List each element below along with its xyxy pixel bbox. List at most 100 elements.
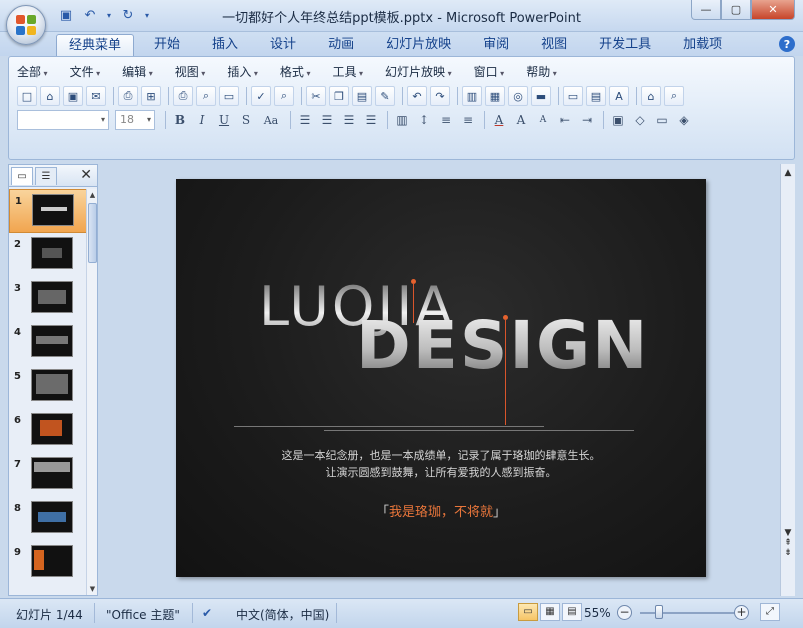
fit-to-window-button[interactable]: ⤢ [760,603,780,621]
menu-file[interactable]: 文件 [70,63,101,80]
menu-tools[interactable]: 工具 [332,63,363,80]
scroll-up-icon[interactable]: ▲ [781,168,795,178]
thumbnail-scrollbar[interactable]: ▲ ▼ [86,189,97,595]
open-folder-icon[interactable]: ⌂ [641,86,661,106]
tab-review[interactable]: 审阅 [471,34,521,56]
font-size-select[interactable]: 18 ▾ [115,110,155,130]
increase-indent-icon[interactable]: ⇥ [577,110,597,130]
shadow-icon[interactable]: S [236,110,256,130]
scroll-down-icon[interactable]: ▼ [87,585,98,593]
slide-scrollbar[interactable]: ▲ ▼ ⇞ ⇟ [780,164,795,596]
format-painter-icon[interactable]: ✎ [375,86,395,106]
tab-animations[interactable]: 动画 [316,34,366,56]
quick-styles-icon[interactable]: ▭ [652,110,672,130]
tab-developer[interactable]: 开发工具 [587,34,663,56]
close-panel-icon[interactable]: ✕ [80,167,92,183]
columns-icon[interactable]: ▥ [392,110,412,130]
slide-thumbnail[interactable]: 2 [9,233,87,277]
normal-view-button[interactable]: ▭ [518,603,538,621]
open-folder-icon[interactable]: ⌂ [40,86,60,106]
undo-icon[interactable]: ↶ [407,86,427,106]
slide-thumbnail[interactable]: 7 [9,453,87,497]
slide-thumbnail[interactable]: 4 [9,321,87,365]
decrease-indent-icon[interactable]: ⇤ [555,110,575,130]
copy-icon[interactable]: ❐ [329,86,349,106]
spell-check-icon[interactable]: ✔ [202,606,212,620]
zoom-out-icon[interactable]: − [617,605,632,620]
print-preview-icon[interactable]: ⎙ [118,86,138,106]
menu-insert[interactable]: 插入 [227,63,258,80]
text-box-icon[interactable]: A [609,86,629,106]
language-indicator[interactable]: 中文(简体，中国) [236,606,329,623]
next-slide-icon[interactable]: ⇟ [781,548,795,558]
preview-icon[interactable]: ⌕ [196,86,216,106]
research-icon[interactable]: ⌕ [274,86,294,106]
scroll-up-icon[interactable]: ▲ [87,191,98,199]
shapes-icon[interactable]: ◇ [630,110,650,130]
publish-icon[interactable]: ⊞ [141,86,161,106]
tab-classic-menu[interactable]: 经典菜单 [56,34,135,56]
justify-icon[interactable]: ☰ [361,110,381,130]
help-icon[interactable]: ? [779,36,795,52]
slide-view-icon[interactable]: ▭ [219,86,239,106]
minimize-button[interactable]: — [691,0,721,20]
scroll-down-icon[interactable]: ▼ [781,528,795,538]
color-scheme-icon[interactable]: ▬ [531,86,551,106]
tab-design[interactable]: 设计 [258,34,308,56]
layout-icon[interactable]: ▤ [586,86,606,106]
menu-view[interactable]: 视图 [175,63,206,80]
align-left-icon[interactable]: ☰ [295,110,315,130]
slide-thumbnail[interactable]: 3 [9,277,87,321]
insert-table-icon[interactable]: ▦ [485,86,505,106]
underline-icon[interactable]: U [214,110,234,130]
slides-tab-icon[interactable]: ▭ [11,167,33,185]
close-button[interactable]: ✕ [751,0,795,20]
tab-view[interactable]: 视图 [529,34,579,56]
change-case-icon[interactable]: Aa [258,110,284,130]
previous-slide-icon[interactable]: ⇞ [781,538,795,548]
zoom-slider-thumb[interactable] [655,605,663,619]
line-spacing-icon[interactable]: ↕ [414,110,434,130]
menu-edit[interactable]: 编辑 [122,63,153,80]
theme-name[interactable]: "Office 主题" [106,606,180,623]
italic-icon[interactable]: I [192,110,212,130]
slide-thumbnail[interactable]: 1 [9,189,87,233]
slide-thumbnail[interactable]: 5 [9,365,87,409]
slide-show-view-button[interactable]: ▤ [562,603,582,621]
menu-format[interactable]: 格式 [280,63,311,80]
paste-icon[interactable]: ▤ [352,86,372,106]
shrink-font-icon[interactable]: A [533,110,553,130]
zoom-icon[interactable]: ⌕ [664,86,684,106]
bullets-icon[interactable]: ≡ [458,110,478,130]
menu-help[interactable]: 帮助 [526,63,557,80]
cut-icon[interactable]: ✂ [306,86,326,106]
spelling-icon[interactable]: ✓ [251,86,271,106]
insert-chart-icon[interactable]: ▥ [462,86,482,106]
maximize-button[interactable]: ▢ [721,0,751,20]
numbering-icon[interactable]: ≡ [436,110,456,130]
bold-icon[interactable]: B [170,110,190,130]
slide-thumbnail[interactable]: 9 [9,541,87,585]
tab-add-ins[interactable]: 加载项 [671,34,734,56]
new-file-icon[interactable]: □ [17,86,37,106]
tab-home[interactable]: 开始 [142,34,192,56]
tab-slide-show[interactable]: 幻灯片放映 [374,34,463,56]
office-button[interactable] [6,5,46,45]
tab-insert[interactable]: 插入 [200,34,250,56]
font-color-icon[interactable]: A [489,110,509,130]
font-name-select[interactable]: ▾ [17,110,109,130]
slide-thumbnail[interactable]: 6 [9,409,87,453]
current-slide[interactable]: LUOJIA DESIGN 这是一本纪念册，也是一本成绩单，记录了属于珞珈的肆意… [176,179,706,577]
scrollbar-thumb[interactable] [88,203,97,263]
grow-font-icon[interactable]: A [511,110,531,130]
permission-icon[interactable]: ✉ [86,86,106,106]
new-slide-icon[interactable]: ▭ [563,86,583,106]
insert-clipart-icon[interactable]: ◎ [508,86,528,106]
slide-thumbnail[interactable]: 8 [9,497,87,541]
zoom-in-icon[interactable]: + [734,605,749,620]
outline-tab-icon[interactable]: ☰ [35,167,57,185]
align-center-icon[interactable]: ☰ [317,110,337,130]
menu-window[interactable]: 窗口 [474,63,505,80]
slide-sorter-view-button[interactable]: ▦ [540,603,560,621]
menu-all[interactable]: 全部 [17,63,48,80]
